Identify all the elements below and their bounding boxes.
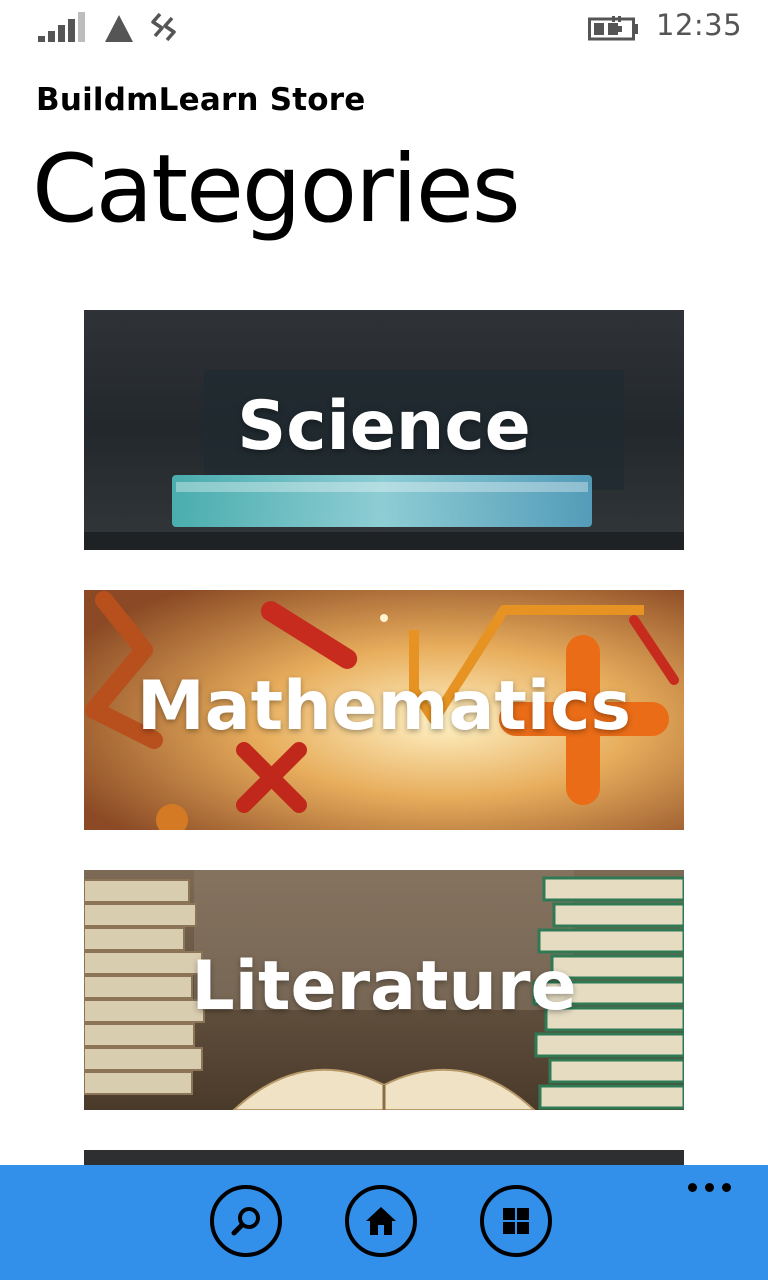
apps-grid-icon: [503, 1208, 529, 1234]
more-dots-icon[interactable]: [688, 1183, 732, 1195]
battery-charging-icon: [588, 16, 638, 41]
category-label: Literature: [191, 946, 577, 1026]
app-bar: [0, 1165, 768, 1280]
category-tile-science[interactable]: Science: [84, 310, 684, 550]
home-button[interactable]: [345, 1185, 417, 1257]
apps-button[interactable]: [480, 1185, 552, 1257]
app-title: BuildmLearn Store: [36, 82, 366, 118]
search-icon: [231, 1207, 260, 1236]
status-bar: 12:35: [0, 0, 768, 56]
network-triangle-icon: [105, 15, 133, 42]
signal-icon: [38, 12, 86, 42]
clock: 12:35: [656, 8, 743, 42]
wifi-icon: [151, 12, 176, 42]
category-tile-literature[interactable]: Literature: [84, 870, 684, 1110]
home-icon: [366, 1207, 396, 1235]
page-title: Categories: [32, 135, 521, 244]
category-label: Science: [237, 386, 531, 466]
category-label: Mathematics: [137, 666, 631, 746]
search-button[interactable]: [210, 1185, 282, 1257]
category-tile-mathematics[interactable]: Mathematics: [84, 590, 684, 830]
